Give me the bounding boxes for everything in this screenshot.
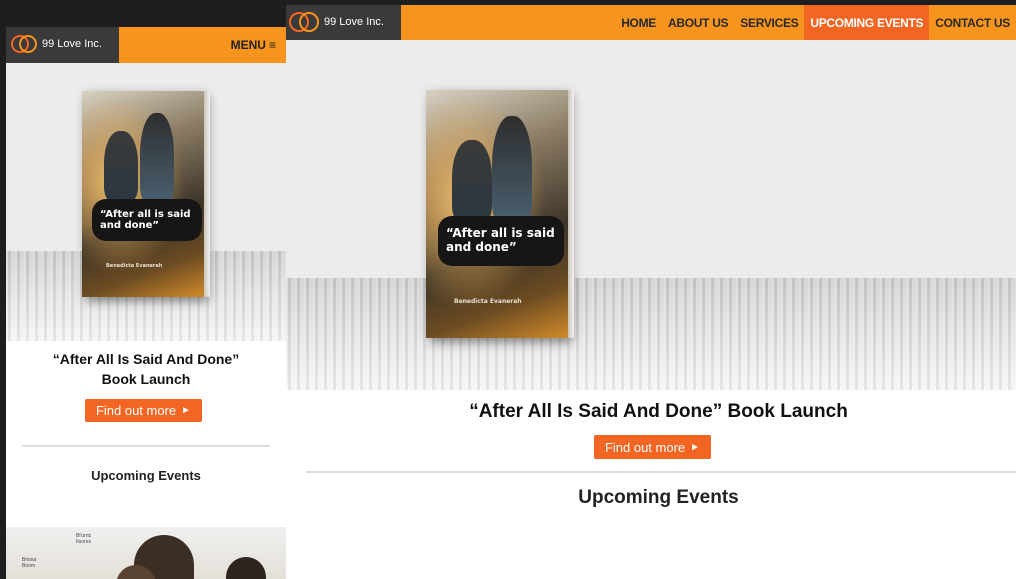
book-title-line2: and done” <box>100 220 160 231</box>
nav-about-us[interactable]: ABOUT US <box>662 5 734 40</box>
logo-text: 99 Love Inc. <box>324 16 384 28</box>
mobile-hero-banner: “After all is said and done” Benedicta E… <box>6 63 286 341</box>
nav-contact-us[interactable]: CONTACT US <box>929 5 1016 40</box>
menu-button[interactable]: MENU ≡ <box>231 38 276 52</box>
desktop-preview: 99 Love Inc. HOME ABOUT US SERVICES UPCO… <box>286 5 1016 579</box>
thumb-text-line2: Itsores <box>76 539 92 545</box>
nav-services[interactable]: SERVICES <box>734 5 804 40</box>
book-title-line1: “After all is said <box>446 226 555 241</box>
hamburger-icon: ≡ <box>268 38 276 52</box>
logo-text: 99 Love Inc. <box>42 38 102 50</box>
book-author: Benedicta Evanerah <box>106 263 163 269</box>
book-title-line1: “After all is said <box>100 208 191 220</box>
menu-label: MENU <box>230 38 266 52</box>
heart-rings-logo-icon <box>289 12 319 32</box>
find-out-more-button[interactable]: Find out more ► <box>85 399 202 422</box>
upcoming-events-heading: Upcoming Events <box>91 468 201 483</box>
main-nav: HOME ABOUT US SERVICES UPCOMING EVENTS C… <box>615 5 1016 40</box>
book-title-line2: and done” <box>446 240 517 254</box>
find-out-more-label: Find out more <box>95 403 177 418</box>
desktop-hero-banner: “After all is said and done” Benedicta E… <box>286 40 1016 390</box>
thumb-text-line4: Boom <box>22 563 36 569</box>
desktop-logo[interactable]: 99 Love Inc. <box>286 5 401 40</box>
divider <box>22 445 270 447</box>
divider <box>306 471 1016 473</box>
book-cover-image: “After all is said and done” Benedicta E… <box>426 89 574 338</box>
nav-upcoming-events[interactable]: UPCOMING EVENTS <box>804 5 930 40</box>
desktop-header: 99 Love Inc. HOME ABOUT US SERVICES UPCO… <box>286 5 1016 40</box>
wood-background <box>286 278 1016 390</box>
mobile-preview: 99 Love Inc. MENU ≡ “After all is said a… <box>6 27 286 579</box>
nav-home[interactable]: HOME <box>615 5 662 40</box>
upcoming-events-heading: Upcoming Events <box>578 487 739 508</box>
find-out-more-button[interactable]: Find out more ► <box>594 435 711 459</box>
play-arrow-icon: ► <box>181 405 192 416</box>
heart-rings-logo-icon <box>11 35 37 53</box>
book-author: Benedicta Evanerah <box>454 298 522 305</box>
find-out-more-label: Find out more <box>604 439 686 455</box>
event-thumbnail[interactable]: Bl'urriz Itsores Brisna Boom <box>6 527 286 579</box>
mobile-logo[interactable]: 99 Love Inc. <box>6 27 119 63</box>
book-cover-image: “After all is said and done” Benedicta E… <box>82 90 210 297</box>
play-arrow-icon: ► <box>690 441 701 453</box>
mobile-header: 99 Love Inc. MENU ≡ <box>6 27 286 63</box>
event-title: “After All Is Said And Done” Book Launch <box>52 351 240 387</box>
event-title: “After All Is Said And Done” Book Launch <box>469 401 848 422</box>
